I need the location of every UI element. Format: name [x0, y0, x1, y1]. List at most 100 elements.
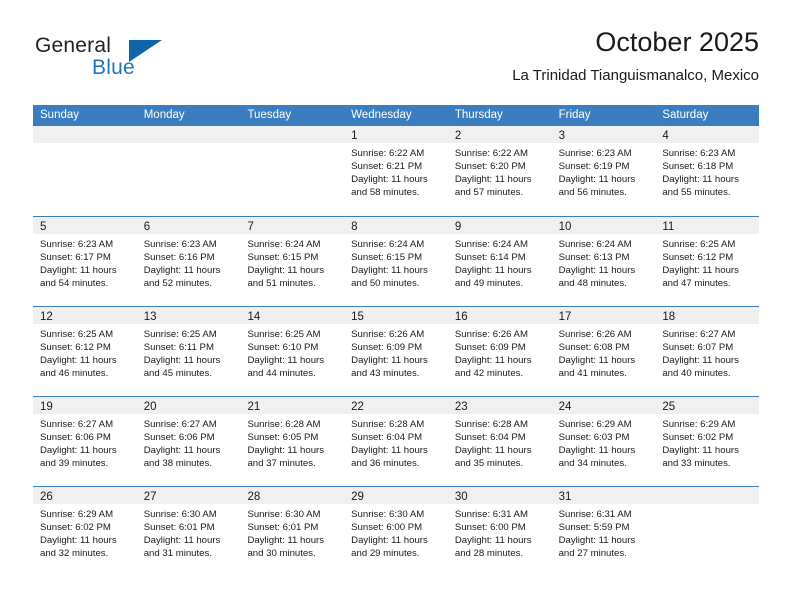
day-sun-info: Sunrise: 6:29 AM Sunset: 6:03 PM Daylight:… [552, 414, 656, 470]
daylight-text-line1: Daylight: 11 hours [454, 355, 532, 367]
daylight-text-line2: and 45 minutes. [143, 368, 212, 380]
day-number: 1 [351, 130, 358, 142]
day-sun-info: Sunrise: 6:24 AM Sunset: 6:15 PM Daylight:… [344, 234, 448, 290]
calendar-day-cell[interactable]: 20 Sunrise: 6:27 AM Sunset: 6:06 PM Dayligh… [136, 397, 241, 486]
day-number: 3 [558, 130, 565, 142]
day-number: 13 [143, 311, 157, 323]
general-blue-logo[interactable]: General Blue [33, 26, 213, 88]
sunrise-text: Sunrise: 6:23 AM [143, 239, 217, 250]
calendar-day-cell[interactable]: 11 Sunrise: 6:25 AM Sunset: 6:12 PM Dayligh… [655, 217, 760, 306]
day-number: 7 [247, 221, 254, 233]
sunset-text: Sunset: 6:01 PM [247, 522, 319, 534]
day-sun-info: Sunrise: 6:25 AM Sunset: 6:12 PM Daylight:… [33, 324, 137, 380]
weekday-header-row: Sunday Monday Tuesday Wednesday Thursday Frid… [33, 105, 759, 126]
calendar-day-cell[interactable]: 10 Sunrise: 6:24 AM Sunset: 6:13 PM Dayligh… [551, 217, 656, 306]
daylight-text-line2: and 51 minutes. [247, 278, 316, 290]
calendar-day-cell[interactable]: 27 Sunrise: 6:30 AM Sunset: 6:01 PM Dayligh… [136, 487, 241, 576]
daylight-text-line1: Daylight: 11 hours [662, 445, 739, 457]
day-number-band: 26 [33, 487, 137, 504]
calendar-day-cell[interactable]: 2 Sunrise: 6:22 AM Sunset: 6:20 PM Daylight… [447, 126, 552, 216]
day-sun-info [137, 143, 241, 147]
daylight-text-line2: and 36 minutes. [351, 458, 420, 470]
day-number: 23 [454, 401, 468, 413]
day-number-band: 27 [136, 487, 241, 504]
calendar-day-cell[interactable]: 4 Sunrise: 6:23 AM Sunset: 6:18 PM Daylight… [655, 126, 760, 216]
calendar-day-cell[interactable]: 13 Sunrise: 6:25 AM Sunset: 6:11 PM Dayligh… [136, 307, 241, 396]
day-sun-info: Sunrise: 6:27 AM Sunset: 6:06 PM Daylight:… [137, 414, 241, 470]
calendar-day-cell[interactable]: 19 Sunrise: 6:27 AM Sunset: 6:06 PM Dayligh… [33, 397, 137, 486]
day-number: 17 [558, 311, 572, 323]
day-number-band: 12 [33, 307, 137, 324]
calendar-day-cell-empty [33, 126, 137, 216]
daylight-text-line1: Daylight: 11 hours [351, 355, 428, 367]
weekday-header-monday: Monday [143, 109, 185, 121]
calendar-day-cell[interactable]: 15 Sunrise: 6:26 AM Sunset: 6:09 PM Dayligh… [344, 307, 448, 396]
sunrise-text: Sunrise: 6:28 AM [247, 419, 321, 430]
calendar-day-cell[interactable]: 25 Sunrise: 6:29 AM Sunset: 6:02 PM Dayligh… [655, 397, 760, 486]
calendar-day-cell[interactable]: 17 Sunrise: 6:26 AM Sunset: 6:08 PM Dayligh… [551, 307, 656, 396]
day-sun-info [33, 143, 137, 147]
calendar-day-cell[interactable]: 3 Sunrise: 6:23 AM Sunset: 6:19 PM Daylight… [551, 126, 656, 216]
day-sun-info: Sunrise: 6:25 AM Sunset: 6:10 PM Daylight:… [240, 324, 344, 380]
daylight-text-line2: and 56 minutes. [558, 187, 627, 199]
day-sun-info: Sunrise: 6:31 AM Sunset: 5:59 PM Daylight:… [552, 504, 656, 560]
daylight-text-line2: and 50 minutes. [351, 278, 420, 290]
daylight-text-line1: Daylight: 11 hours [454, 535, 532, 547]
day-number: 16 [454, 311, 468, 323]
sunset-text: Sunset: 6:18 PM [662, 161, 734, 173]
day-number: 22 [351, 401, 364, 413]
day-number: 26 [40, 491, 53, 503]
day-sun-info: Sunrise: 6:27 AM Sunset: 6:06 PM Daylight:… [33, 414, 137, 470]
day-sun-info: Sunrise: 6:24 AM Sunset: 6:15 PM Daylight:… [240, 234, 344, 290]
day-number-band [655, 487, 760, 504]
day-number-band: 14 [240, 307, 345, 324]
day-number-band: 15 [344, 307, 448, 324]
calendar-week-row: 1 Sunrise: 6:22 AM Sunset: 6:21 PM Daylight… [33, 126, 760, 216]
sunset-text: Sunset: 6:12 PM [662, 252, 734, 264]
sunrise-text: Sunrise: 6:25 AM [662, 239, 736, 250]
calendar-day-cell[interactable]: 8 Sunrise: 6:24 AM Sunset: 6:15 PM Daylight… [344, 217, 448, 306]
day-sun-info: Sunrise: 6:23 AM Sunset: 6:18 PM Daylight:… [655, 143, 759, 199]
calendar-day-cell[interactable]: 16 Sunrise: 6:26 AM Sunset: 6:09 PM Dayligh… [447, 307, 552, 396]
daylight-text-line2: and 48 minutes. [558, 278, 627, 290]
sunrise-text: Sunrise: 6:29 AM [662, 419, 736, 430]
sunset-text: Sunset: 6:02 PM [662, 432, 734, 444]
sunrise-text: Sunrise: 6:23 AM [40, 239, 114, 250]
sunset-text: Sunset: 6:16 PM [143, 252, 215, 264]
calendar-day-cell[interactable]: 31 Sunrise: 6:31 AM Sunset: 5:59 PM Dayligh… [551, 487, 656, 576]
weekday-header-sunday: Sunday [40, 109, 80, 121]
calendar-day-cell[interactable]: 12 Sunrise: 6:25 AM Sunset: 6:12 PM Dayligh… [33, 307, 137, 396]
sunrise-text: Sunrise: 6:30 AM [351, 509, 425, 520]
calendar-day-cell[interactable]: 9 Sunrise: 6:24 AM Sunset: 6:14 PM Daylight… [447, 217, 552, 306]
calendar-day-cell[interactable]: 30 Sunrise: 6:31 AM Sunset: 6:00 PM Dayligh… [447, 487, 552, 576]
calendar-day-cell[interactable]: 29 Sunrise: 6:30 AM Sunset: 6:00 PM Dayligh… [344, 487, 448, 576]
logo-text-general: General [35, 34, 112, 57]
calendar-day-cell[interactable]: 18 Sunrise: 6:27 AM Sunset: 6:07 PM Dayligh… [655, 307, 760, 396]
daylight-text-line1: Daylight: 11 hours [247, 445, 325, 457]
calendar-day-cell[interactable]: 1 Sunrise: 6:22 AM Sunset: 6:21 PM Daylight… [344, 126, 448, 216]
calendar-day-cell[interactable]: 21 Sunrise: 6:28 AM Sunset: 6:05 PM Dayligh… [240, 397, 345, 486]
calendar-day-cell[interactable]: 23 Sunrise: 6:28 AM Sunset: 6:04 PM Dayligh… [447, 397, 552, 486]
daylight-text-line2: and 46 minutes. [40, 368, 109, 380]
sunset-text: Sunset: 6:13 PM [558, 252, 630, 264]
calendar-day-cell[interactable]: 28 Sunrise: 6:30 AM Sunset: 6:01 PM Dayligh… [240, 487, 345, 576]
sunrise-text: Sunrise: 6:31 AM [454, 509, 528, 520]
day-number-band: 22 [344, 397, 448, 414]
day-number-band: 8 [344, 217, 448, 234]
daylight-text-line1: Daylight: 11 hours [454, 174, 532, 186]
daylight-text-line1: Daylight: 11 hours [558, 355, 636, 367]
calendar-day-cell[interactable]: 6 Sunrise: 6:23 AM Sunset: 6:16 PM Daylight… [136, 217, 241, 306]
calendar-day-cell[interactable]: 22 Sunrise: 6:28 AM Sunset: 6:04 PM Dayligh… [344, 397, 448, 486]
day-number-band: 1 [344, 126, 448, 143]
day-number: 31 [558, 491, 572, 503]
daylight-text-line1: Daylight: 11 hours [558, 445, 636, 457]
calendar-day-cell[interactable]: 26 Sunrise: 6:29 AM Sunset: 6:02 PM Dayligh… [33, 487, 137, 576]
sunrise-text: Sunrise: 6:25 AM [40, 329, 114, 340]
calendar-day-cell[interactable]: 7 Sunrise: 6:24 AM Sunset: 6:15 PM Daylight… [240, 217, 345, 306]
day-number-band: 23 [447, 397, 552, 414]
sunset-text: Sunset: 6:14 PM [454, 252, 526, 264]
calendar-day-cell[interactable]: 5 Sunrise: 6:23 AM Sunset: 6:17 PM Daylight… [33, 217, 137, 306]
calendar-day-cell[interactable]: 24 Sunrise: 6:29 AM Sunset: 6:03 PM Dayligh… [551, 397, 656, 486]
calendar-day-cell[interactable]: 14 Sunrise: 6:25 AM Sunset: 6:10 PM Dayligh… [240, 307, 345, 396]
daylight-text-line1: Daylight: 11 hours [558, 535, 636, 547]
